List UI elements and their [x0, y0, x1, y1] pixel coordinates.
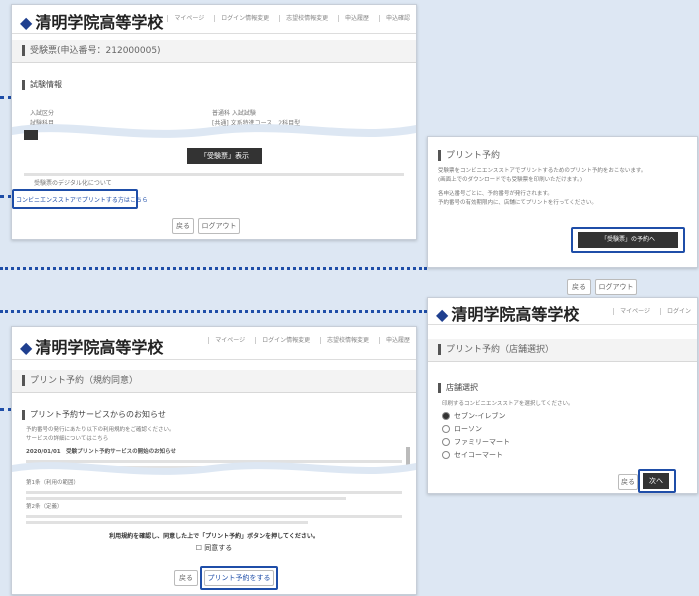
- exam-ticket-panel: ◆ 清明学院高等学校 マイページ ログイン情報変更 志望校情報変更 申込履歴 申込…: [11, 4, 417, 240]
- header-nav: マイページ ログイン情報変更 志望校情報変更 申込履歴 申込確認: [159, 13, 410, 22]
- print-desc-3: 各申込番号ごとに、予約番号が発行されます。: [438, 191, 553, 197]
- torn-edge: [12, 124, 416, 145]
- nav-school-change[interactable]: 志望校情報変更: [279, 15, 329, 22]
- back-button-2b[interactable]: 戻る: [567, 279, 591, 295]
- header-nav-3: マイページ ログイン情報変更 志望校情報変更 申込履歴: [200, 335, 410, 344]
- highlight-print-reserve: [200, 566, 278, 590]
- store-option-seicomart[interactable]: セイコーマート: [442, 450, 683, 460]
- nav-confirm[interactable]: 申込確認: [378, 15, 410, 22]
- terms-notice-2: サービスの詳細についてはこちら: [26, 436, 109, 442]
- nav4-mypage[interactable]: マイページ: [613, 308, 651, 315]
- agree-checkbox[interactable]: ☐ 同意する: [12, 543, 416, 553]
- back-button-4[interactable]: 戻る: [618, 474, 638, 490]
- print-reservation-panel: プリント予約 受験票をコンビニエンスストアでプリントするためのプリント予約をおこ…: [427, 136, 698, 268]
- clause-1: 第1条（利用の範囲）: [26, 480, 79, 486]
- page-title: 受験票(申込番号：212000005): [12, 40, 416, 63]
- connector-dots-4: [0, 310, 427, 313]
- connector-dots-3: [0, 267, 427, 270]
- back-button-3[interactable]: 戻る: [174, 570, 198, 586]
- site-header-4: ◆ 清明学院高等学校 マイページ ログイン: [428, 298, 697, 325]
- store-selection-panel: ◆ 清明学院高等学校 マイページ ログイン プリント予約（店舗選択） 店舗選択 印…: [427, 297, 698, 494]
- nav-mypage[interactable]: マイページ: [167, 15, 205, 22]
- store-title: プリント予約（店舗選択）: [428, 339, 697, 362]
- store-option-lawson[interactable]: ローソン: [442, 424, 683, 434]
- store-option-seven[interactable]: セブン-イレブン: [442, 411, 683, 421]
- site-header: ◆ 清明学院高等学校 マイページ ログイン情報変更 志望校情報変更 申込履歴 申込…: [12, 5, 416, 34]
- school-logo-4: ◆ 清明学院高等学校: [436, 305, 580, 324]
- label-exam: 入試区分: [30, 110, 55, 117]
- terms-notice-1: 予約番号の発行にあたり以下の利用規約をご確認ください。: [26, 427, 175, 433]
- digital-ticket-link[interactable]: 受験票のデジタル化について: [34, 178, 112, 187]
- diamond-icon: ◆: [20, 13, 33, 32]
- store-instruction: 印刷するコンビニエンスストアを選択してください。: [442, 401, 574, 407]
- store-option-familymart[interactable]: ファミリーマート: [442, 437, 683, 447]
- show-ticket-button[interactable]: 「受験票」表示: [187, 148, 262, 164]
- back-button[interactable]: 戻る: [172, 218, 194, 234]
- agree-instruction: 利用規約を確認し、同意した上で「プリント予約」ボタンを押してください。: [109, 533, 319, 540]
- terms-section: プリント予約サービスからのお知らせ: [12, 403, 416, 426]
- print-title: プリント予約: [428, 145, 697, 167]
- highlight-print-link: [12, 189, 138, 209]
- diamond-icon-4: ◆: [436, 305, 449, 324]
- highlight-next-button: [638, 469, 676, 493]
- value-exam: 普通科 入試試験: [212, 110, 256, 117]
- site-header-3: ◆ 清明学院高等学校 マイページ ログイン情報変更 志望校情報変更 申込履歴: [12, 327, 416, 360]
- section-heading: 試験情報: [12, 73, 416, 96]
- terms-title: プリント予約（規約同意）: [12, 370, 416, 393]
- nav-login-change[interactable]: ログイン情報変更: [214, 15, 270, 22]
- print-desc-4: 予約番号の有効期限内に、店舗にてプリントを行ってください。: [438, 200, 597, 206]
- header-nav-4: マイページ ログイン: [605, 306, 691, 315]
- diamond-icon-3: ◆: [20, 338, 33, 357]
- pdf-icon: [24, 130, 38, 140]
- store-section: 店舗選択: [428, 376, 697, 399]
- torn-edge-3: [12, 462, 416, 481]
- highlight-reserve-button: [571, 227, 685, 253]
- logout-button[interactable]: ログアウト: [198, 218, 240, 234]
- school-logo-3: ◆ 清明学院高等学校: [20, 338, 164, 357]
- logout-button-2[interactable]: ログアウト: [595, 279, 637, 295]
- nav3-mypage[interactable]: マイページ: [208, 337, 246, 344]
- terms-agreement-panel: ◆ 清明学院高等学校 マイページ ログイン情報変更 志望校情報変更 申込履歴 プリ…: [11, 326, 417, 595]
- clause-2: 第2条（定義）: [26, 504, 63, 510]
- nav-history[interactable]: 申込履歴: [338, 15, 370, 22]
- nav3-school-change[interactable]: 志望校情報変更: [320, 337, 370, 344]
- print-desc-2: (画面上でのダウンロードでも受験票を印刷いただけます。): [438, 177, 582, 183]
- nav3-history[interactable]: 申込履歴: [378, 337, 410, 344]
- school-logo: ◆ 清明学院高等学校: [20, 13, 164, 32]
- nav4-login[interactable]: ログイン: [659, 308, 691, 315]
- print-desc-1: 受験票をコンビニエンスストアでプリントするためのプリント予約をおこないます。: [438, 168, 647, 174]
- nav3-login-change[interactable]: ログイン情報変更: [255, 337, 311, 344]
